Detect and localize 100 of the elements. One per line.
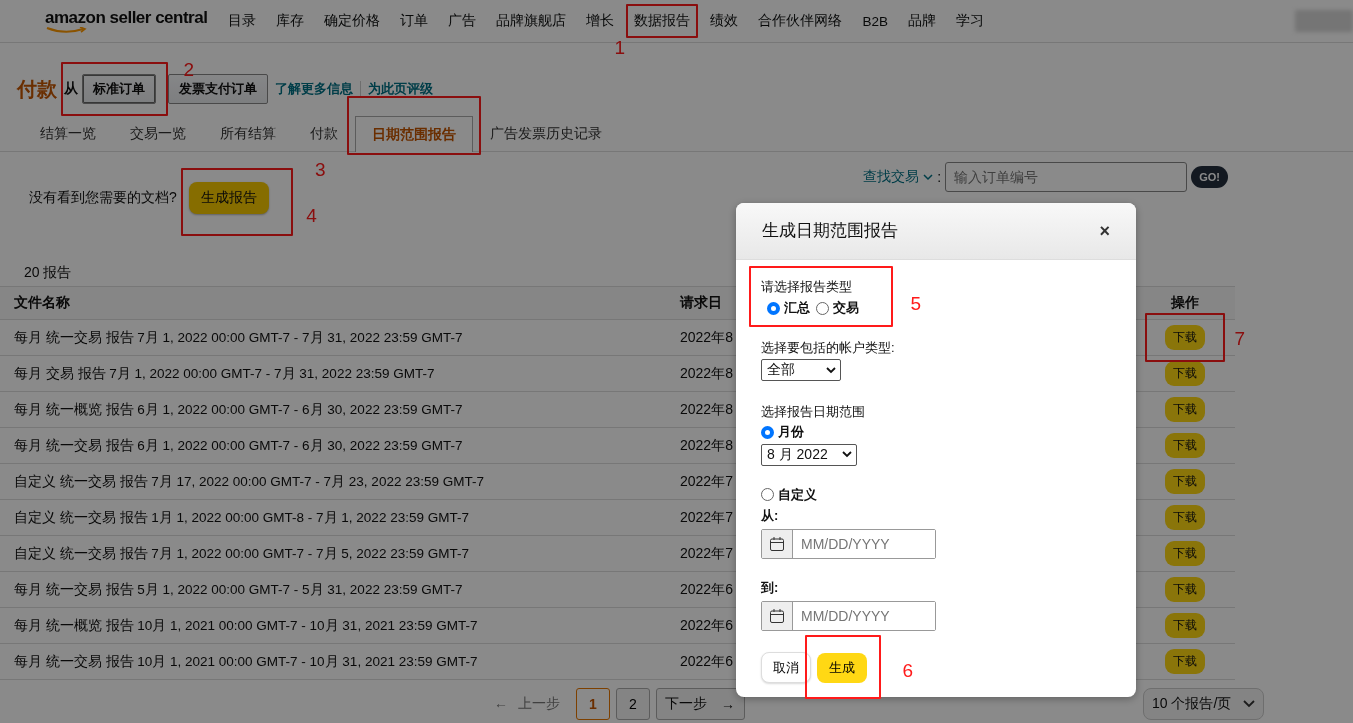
annotation-number: 5 — [910, 294, 921, 313]
table-cell: 2022年8 — [680, 328, 733, 347]
table-cell: 2022年6 — [680, 616, 733, 635]
nav-link[interactable]: 库存 — [276, 12, 305, 30]
field-label: 从: — [761, 507, 780, 525]
nav-link[interactable]: 增长 — [586, 12, 615, 30]
report-count: 20 报告 — [24, 264, 72, 280]
download-button[interactable]: 下载 — [1165, 361, 1205, 386]
table-cell-text: 每月 统一概览 报告 6月 1, 2022 00:00 GMT-7 - 6月 30, 2022 23:59 GMT-7 — [13, 400, 464, 419]
smile-arrow-icon — [45, 26, 89, 34]
tab[interactable]: 日期范围报告 — [355, 116, 473, 152]
radio-option[interactable]: 汇总 — [767, 299, 810, 317]
nav-link[interactable]: 学习 — [955, 12, 984, 30]
column-header: 请求日 — [680, 294, 722, 312]
table-cell: 2022年6 — [680, 580, 733, 599]
nav-link[interactable]: 确定价格 — [324, 12, 381, 30]
generate-button[interactable]: 生成 — [817, 652, 867, 683]
page-title: 付款 — [17, 76, 57, 102]
radio-option[interactable]: 月份 — [761, 423, 804, 441]
table-cell: 2022年7 — [680, 472, 733, 491]
nav-link[interactable]: 目录 — [228, 12, 257, 30]
generate-report-button[interactable]: 生成报告 — [188, 182, 269, 214]
nav-link[interactable]: 广告 — [448, 12, 477, 30]
field-label: 选择报告日期范围 — [761, 403, 866, 421]
nav-link[interactable]: 订单 — [400, 12, 429, 30]
download-button[interactable]: 下载 — [1165, 577, 1205, 602]
prompt-text: 没有看到您需要的文档? — [29, 189, 177, 207]
annotation-number: 7 — [1234, 329, 1245, 348]
table-cell: 2022年8 — [680, 400, 733, 419]
table-cell-text: 每月 统一交易 报告 5月 1, 2022 00:00 GMT-7 - 5月 31, 2022 23:59 GMT-7 — [13, 580, 464, 599]
table-cell-text: 每月 交易 报告 7月 1, 2022 00:00 GMT-7 - 7月 31, 2022 23:59 GMT-7 — [13, 364, 436, 383]
column-header: 操作 — [1170, 294, 1200, 312]
field-label: 到: — [761, 579, 780, 597]
table-cell-text: 每月 统一交易 报告 6月 1, 2022 00:00 GMT-7 - 6月 30, 2022 23:59 GMT-7 — [13, 436, 464, 455]
download-button[interactable]: 下载 — [1165, 613, 1205, 638]
calendar-icon — [769, 536, 785, 552]
previous-link[interactable]: ← 上一步 — [494, 695, 560, 713]
next-button[interactable]: 下一步 → — [656, 688, 745, 720]
nav-link[interactable]: 绩效 — [710, 12, 739, 30]
tab[interactable]: 广告发票历史记录 — [473, 116, 619, 151]
annotation-number: 6 — [902, 660, 913, 680]
close-button[interactable]: × — [1093, 219, 1116, 243]
download-button[interactable]: 下载 — [1165, 397, 1205, 422]
download-button[interactable]: 下载 — [1165, 649, 1205, 674]
search-type-link[interactable]: 查找交易 — [863, 168, 920, 186]
logo-text[interactable]: amazon seller central — [45, 8, 208, 27]
table-cell: 2022年8 — [680, 436, 733, 455]
date-field[interactable]: MM/DD/YYYY — [761, 529, 936, 559]
table-cell: 2022年7 — [680, 544, 733, 563]
nav-link[interactable]: 合作伙伴网络 — [758, 12, 843, 30]
dropdown[interactable]: 全部 — [761, 359, 841, 381]
tab[interactable]: 交易一览 — [113, 116, 203, 151]
table-cell-text: 每月 统一交易 报告 7月 1, 2022 00:00 GMT-7 - 7月 31, 2022 23:59 GMT-7 — [13, 328, 464, 347]
annotation-number: 1 — [614, 38, 625, 57]
download-button[interactable]: 下载 — [1165, 505, 1205, 530]
table-cell-text: 自定义 统一交易 报告 1月 1, 2022 00:00 GMT-8 - 7月 1, 2022 23:59 GMT-7 — [13, 508, 470, 527]
field-label: 请选择报告类型 — [761, 278, 853, 296]
link[interactable]: 为此页评级 — [361, 80, 440, 98]
cancel-button[interactable]: 取消 — [761, 652, 811, 683]
table-cell: 2022年7 — [680, 508, 733, 527]
nav-link[interactable]: 品牌旗舰店 — [496, 12, 567, 30]
nav-link[interactable]: 品牌 — [907, 12, 936, 30]
colon-text: : — [937, 169, 942, 185]
from-label: 从 — [64, 80, 78, 98]
search-field[interactable]: 输入订单编号 — [945, 162, 1188, 192]
page-size-dropdown[interactable]: 10 个报告/页 — [1143, 688, 1265, 720]
table-cell-text: 每月 统一概览 报告 10月 1, 2021 00:00 GMT-7 - 10月 31, 2021 23:59 GMT-7 — [13, 616, 479, 635]
link[interactable]: 了解更多信息 — [268, 80, 360, 98]
page-button[interactable]: 1 — [576, 688, 610, 720]
table-cell-text: 每月 统一交易 报告 10月 1, 2021 00:00 GMT-7 - 10月 31, 2021 23:59 GMT-7 — [13, 652, 479, 671]
tab[interactable]: 付款 — [293, 116, 355, 151]
annotation-number: 3 — [315, 160, 326, 179]
download-button[interactable]: 下载 — [1165, 469, 1205, 494]
chevron-down-icon — [1243, 700, 1256, 708]
table-cell-text: 自定义 统一交易 报告 7月 1, 2022 00:00 GMT-7 - 7月 5, 2022 23:59 GMT-7 — [13, 544, 470, 563]
dialog-title: 生成日期范围报告 — [762, 220, 898, 241]
dropdown[interactable]: 8 月 2022 — [761, 443, 857, 466]
date-field[interactable]: MM/DD/YYYY — [761, 601, 936, 631]
nav-link[interactable]: B2B — [862, 13, 888, 29]
calendar-icon — [769, 608, 785, 624]
download-button[interactable]: 下载 — [1165, 433, 1205, 458]
annotation-number: 4 — [306, 206, 317, 225]
download-button[interactable]: 下载 — [1165, 541, 1205, 566]
chevron-down-icon — [923, 173, 934, 181]
page-button[interactable]: 2 — [616, 688, 650, 720]
tab[interactable]: 所有结算 — [203, 116, 293, 151]
table-cell: 2022年8 — [680, 364, 733, 383]
column-header: 文件名称 — [13, 294, 71, 312]
download-button[interactable]: 下载 — [1165, 325, 1205, 350]
order-type-button[interactable]: 标准订单 — [82, 74, 156, 104]
chevron-down-icon — [826, 366, 836, 374]
nav-link[interactable]: 数据报告 — [634, 12, 691, 30]
tab[interactable]: 结算一览 — [23, 116, 113, 151]
radio-option[interactable]: 交易 — [816, 299, 859, 317]
field-label: 选择要包括的帐户类型: — [761, 339, 896, 357]
table-cell-text: 自定义 统一交易 报告 7月 17, 2022 00:00 GMT-7 - 7月 23, 2022 23:59 GMT-7 — [13, 472, 485, 491]
radio-option[interactable]: 自定义 — [761, 485, 817, 504]
go-button[interactable]: GO! — [1191, 166, 1228, 188]
table-cell: 2022年6 — [680, 652, 733, 671]
chevron-down-icon — [842, 451, 852, 458]
